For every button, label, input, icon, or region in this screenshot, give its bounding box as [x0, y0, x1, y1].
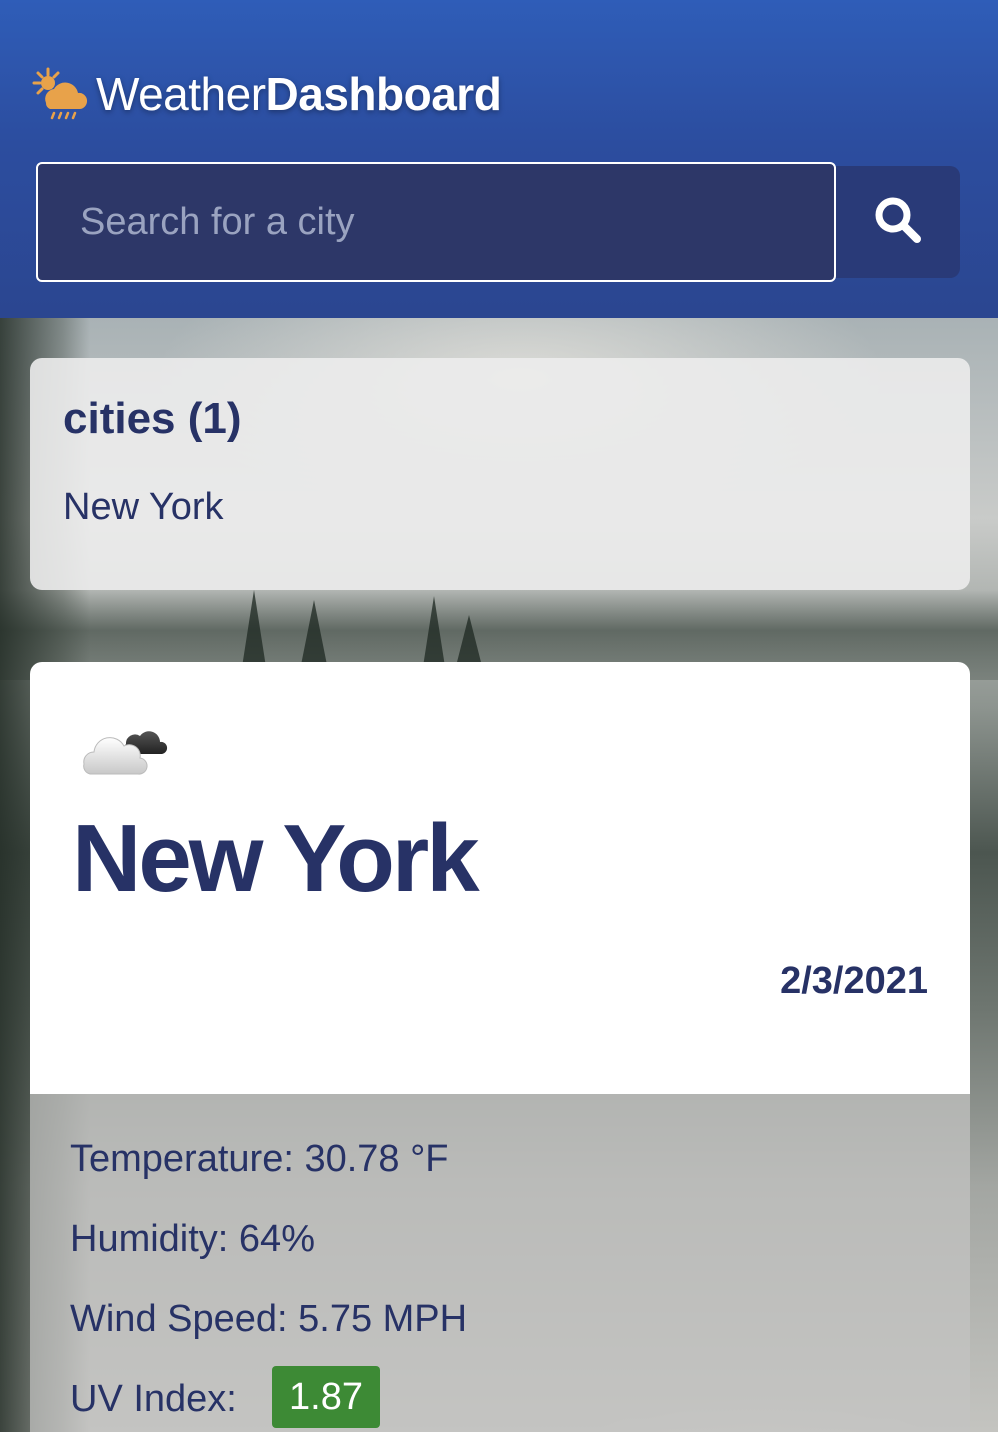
background-tree [300, 600, 328, 670]
city-search-input[interactable] [36, 162, 836, 282]
humidity-text: Humidity: 64% [70, 1218, 315, 1260]
current-date: 2/3/2021 [780, 960, 928, 1002]
search-icon [873, 195, 923, 250]
brand-title-bold: Dashboard [265, 68, 502, 120]
temperature-text: Temperature: 30.78 °F [70, 1138, 449, 1180]
sun-cloud-rain-icon [30, 67, 88, 121]
brand-title: WeatherDashboard [96, 67, 502, 121]
uv-index-badge: 1.87 [272, 1366, 380, 1428]
brand-title-light: Weather [96, 68, 266, 120]
search-button[interactable] [836, 166, 960, 278]
city-list-item[interactable]: New York [63, 486, 224, 529]
uv-index-label: UV Index: [70, 1378, 237, 1420]
current-city-name: New York [72, 805, 480, 912]
cities-title: cities (1) [63, 394, 242, 443]
brand: WeatherDashboard [30, 66, 502, 122]
wind-speed-text: Wind Speed: 5.75 MPH [70, 1298, 468, 1340]
weather-details: Temperature: 30.78 °F Humidity: 64% Wind… [30, 1094, 970, 1432]
current-weather-card: New York 2/3/2021 Temperature: 30.78 °F … [30, 662, 970, 1432]
weather-card-header: New York 2/3/2021 [30, 662, 970, 1094]
app-header: WeatherDashboard [0, 0, 998, 318]
cloud-icon [78, 722, 168, 778]
cities-card: cities (1) New York [30, 358, 970, 590]
